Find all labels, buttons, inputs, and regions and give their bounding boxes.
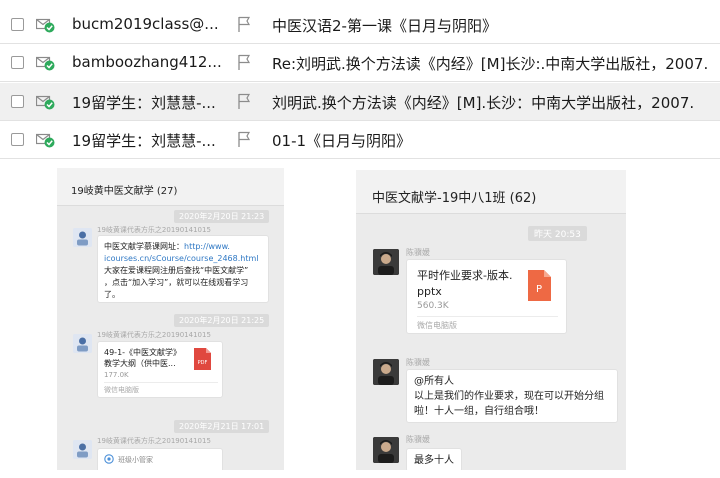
message-text: 中医文献学慕课网址： [104,242,184,251]
mail-subject: Re:刘明武.换个方法读《内经》[M]长沙:.中南大学出版社，2007. [272,55,709,73]
file-card[interactable]: 平时作业要求-版本. pptx 560.3K P 微信电脑版 [406,259,567,334]
message-bubble[interactable]: 中医文献学慕课网址：http://www. icourses.cn/sCours… [97,235,269,303]
read-envelope-icon [36,95,55,110]
message-text: 大家在爱课程网注册后查找“中医文献学” [104,266,249,275]
file-source: 微信电脑版 [417,321,457,330]
mail-row[interactable]: bamboozhang412... Re:刘明武.换个方法读《内经》[M]长沙:… [0,44,720,82]
chat-window-right: 中医文献学-19中八1班 (62) 昨天 20:53 陈骥媛 平时作业要求-版本… [356,170,626,470]
message-text: 以上是我们的作业要求，现在可以开始分组 [414,391,604,402]
chat-window-left: 19岐黄中医文献学 (27) 2020年2月20日 21:23 19岐黄课代表方… [57,168,284,470]
mail-checkbox[interactable] [11,95,24,108]
read-envelope-icon [36,18,55,33]
avatar[interactable] [73,440,92,459]
mail-subject: 中医汉语2-第一课《日月与阴阳》 [272,17,497,35]
person-icon [73,334,92,353]
person-photo-icon [373,437,399,463]
mail-row[interactable]: 19留学生：刘慧慧-... 01-1《日月与阴阳》 [0,121,720,159]
avatar[interactable] [373,249,399,275]
file-size: 560.3K [417,301,449,311]
avatar[interactable] [373,359,399,385]
message-text: ，点击“加入学习”，就可以在线观看学习 [104,278,249,287]
file-source: 微信电脑版 [104,386,139,394]
flag-icon[interactable] [237,93,251,110]
mail-row[interactable]: bucm2019class@... 中医汉语2-第一课《日月与阴阳》 [0,6,720,44]
avatar[interactable] [73,334,92,353]
sender-name: 19岐黄课代表方乐之20190141015 [97,331,211,339]
pdf-file-icon: PDF [194,348,211,370]
mail-sender: bucm2019class@... [72,15,219,33]
flag-icon[interactable] [237,16,251,33]
mail-row-selected[interactable]: 19留学生：刘慧慧-... 刘明武.换个方法读《内经》[M].长沙：中南大学出版… [0,83,720,121]
chat-title: 中医文献学-19中八1班 (62) [356,170,626,214]
message-bubble[interactable]: @所有人 以上是我们的作业要求，现在可以开始分组 啦！十人一组，自行组合哦！ [406,369,618,423]
file-title: 49-1-《中医文献学》 [104,348,182,357]
file-size: 177.0K [104,371,129,379]
read-envelope-icon [36,56,55,71]
mini-program-label: 班级小管家 [118,456,153,464]
divider [417,316,558,317]
message-text: 了。 [104,290,120,299]
mail-list: bucm2019class@... 中医汉语2-第一课《日月与阴阳》 bambo… [0,0,720,160]
mail-sender: 19留学生：刘慧慧-... [72,94,216,112]
pptx-file-icon: P [528,270,551,301]
divider [104,382,218,383]
sender-name: 19岐黄课代表方乐之20190141015 [97,437,211,445]
sender-name: 陈骥媛 [406,435,430,444]
flag-icon[interactable] [237,131,251,148]
person-photo-icon [373,249,399,275]
mail-checkbox[interactable] [11,133,24,146]
person-icon [73,228,92,247]
mini-program-card[interactable]: 班级小管家 [97,448,223,470]
sender-name: 陈骥媛 [406,248,430,257]
course-link[interactable]: http://www. [184,242,230,251]
file-card[interactable]: 49-1-《中医文献学》 教学大纲（供中医... 177.0K PDF 微信电脑… [97,341,223,398]
sender-name: 陈骥媛 [406,358,430,367]
message-bubble[interactable]: 最多十人 [406,448,462,470]
avatar[interactable] [373,437,399,463]
flag-icon[interactable] [237,54,251,71]
chat-title: 19岐黄中医文献学 (27) [57,168,284,206]
person-photo-icon [373,359,399,385]
file-title: 平时作业要求-版本. [417,269,513,282]
mail-sender: 19留学生：刘慧慧-... [72,132,216,150]
mail-checkbox[interactable] [11,18,24,31]
timestamp: 2020年2月20日 21:23 [174,210,270,223]
avatar[interactable] [73,228,92,247]
file-type-label: PDF [198,360,208,366]
file-type-label: P [536,284,542,295]
file-title: pptx [417,285,442,298]
mail-sender: bamboozhang412... [72,53,222,71]
mail-subject: 刘明武.换个方法读《内经》[M].长沙：中南大学出版社，2007. [272,94,695,112]
read-envelope-icon [36,133,55,148]
mail-subject: 01-1《日月与阴阳》 [272,132,412,150]
file-title: 教学大纲（供中医... [104,359,176,368]
message-text: 啦！十人一组，自行组合哦！ [414,406,544,417]
person-icon [73,440,92,459]
message-text: @所有人 [414,376,454,387]
course-link[interactable]: icourses.cn/sCourse/course_2468.html [104,253,262,265]
timestamp: 2020年2月21日 17:01 [174,420,270,433]
mail-checkbox[interactable] [11,56,24,69]
sender-name: 19岐黄课代表方乐之20190141015 [97,226,211,234]
mini-program-icon [104,454,114,464]
message-text: 最多十人 [414,455,454,466]
timestamp: 2020年2月20日 21:25 [174,314,270,327]
timestamp: 昨天 20:53 [528,226,587,241]
